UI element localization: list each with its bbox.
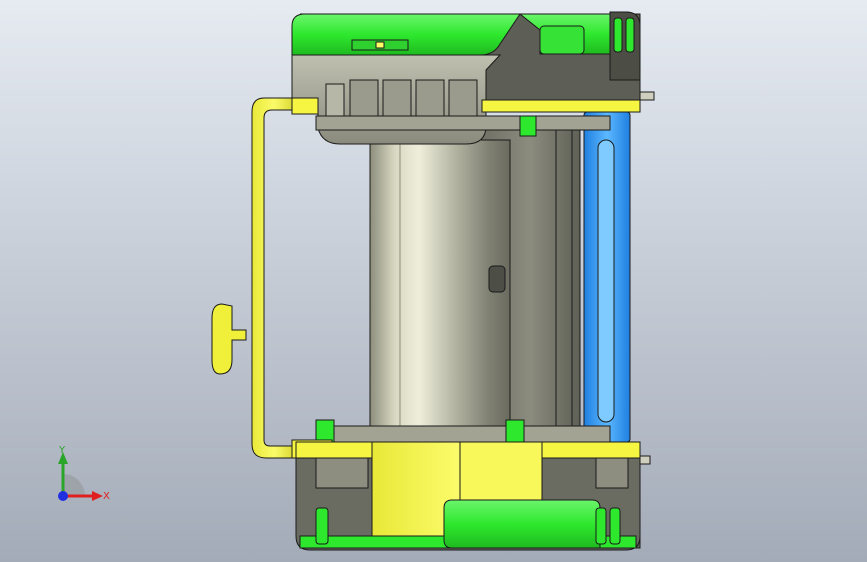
model-scene[interactable]: Y X bbox=[0, 0, 867, 562]
right-green-clip-1[interactable] bbox=[613, 17, 623, 53]
blue-sight-slot[interactable] bbox=[597, 139, 615, 423]
right-green-clip-2[interactable] bbox=[625, 17, 635, 53]
bottom-right-terminal[interactable] bbox=[639, 455, 651, 465]
cad-graphics-viewport[interactable]: Y X bbox=[0, 0, 867, 562]
handle-top-bracket[interactable] bbox=[291, 97, 319, 115]
lower-spline-ring[interactable] bbox=[315, 425, 611, 443]
upper-spline-ring[interactable] bbox=[315, 115, 611, 131]
lower-green-stud-right[interactable] bbox=[505, 419, 525, 443]
triad-y-label: Y bbox=[58, 445, 66, 456]
bottom-green-clip-3[interactable] bbox=[609, 507, 621, 545]
top-right-green-insert[interactable] bbox=[539, 25, 585, 55]
lower-green-stud-left[interactable] bbox=[315, 419, 335, 443]
bottom-green-tray[interactable] bbox=[443, 499, 601, 549]
top-right-terminal[interactable] bbox=[639, 91, 655, 101]
triad-x-label: X bbox=[103, 491, 110, 502]
upper-green-stud[interactable] bbox=[519, 115, 537, 137]
bottom-green-clip-2[interactable] bbox=[595, 507, 607, 545]
cap-slot-mark bbox=[375, 41, 385, 49]
triad-z-axis-dot bbox=[58, 491, 68, 501]
bottom-green-clip-1[interactable] bbox=[315, 507, 329, 545]
bottom-right-connector[interactable] bbox=[595, 457, 629, 489]
bottom-hub-core[interactable] bbox=[459, 441, 543, 503]
top-yellow-plate[interactable] bbox=[481, 99, 641, 113]
cylinder-hole[interactable] bbox=[488, 265, 506, 293]
bottom-left-connector[interactable] bbox=[315, 457, 369, 489]
